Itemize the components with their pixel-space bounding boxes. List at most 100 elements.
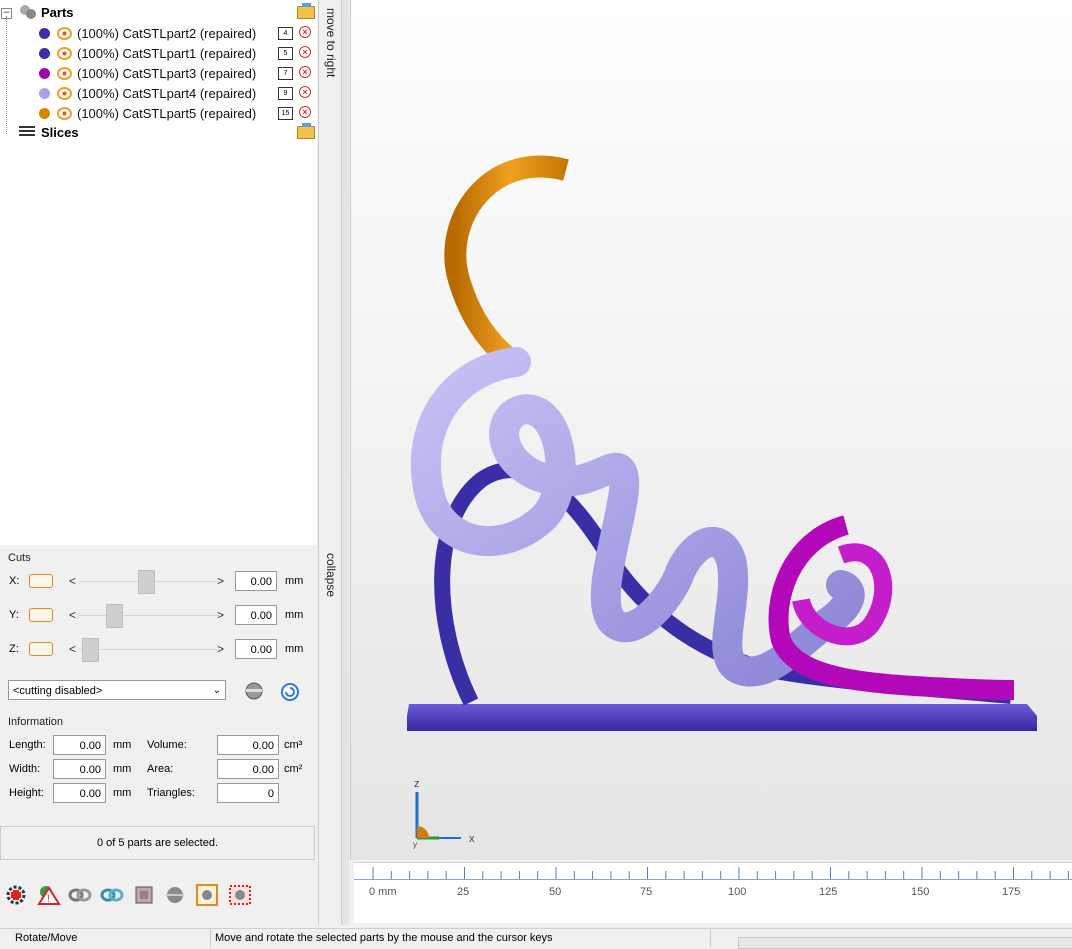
part-number-box[interactable]: 5 xyxy=(278,47,293,60)
cut-z-decrement[interactable]: < xyxy=(69,642,76,656)
volume-unit: cm³ xyxy=(284,739,303,751)
open-folder-icon[interactable] xyxy=(297,123,315,139)
visibility-eye-icon[interactable] xyxy=(57,107,72,120)
ruler-label-0: 0 mm xyxy=(369,886,397,898)
area-unit: cm² xyxy=(284,763,303,775)
part-label: (100%) CatSTLpart2 (repaired) xyxy=(77,26,257,41)
length-unit: mm xyxy=(113,739,132,751)
part-number-box[interactable]: 9 xyxy=(278,87,293,100)
red-grid-icon[interactable] xyxy=(228,884,251,906)
part-color-dot xyxy=(39,48,50,59)
cut-object-icon[interactable] xyxy=(243,680,265,705)
cut-x-increment[interactable]: > xyxy=(217,574,224,588)
cut-y-unit: mm xyxy=(285,609,304,621)
gizmo-z-label: z xyxy=(414,778,420,790)
volume-label: Volume: xyxy=(147,739,187,751)
cut-y-label: Y: xyxy=(9,609,19,621)
chain-link-icon[interactable] xyxy=(68,884,92,906)
splitter[interactable] xyxy=(342,0,349,925)
part-label: (100%) CatSTLpart4 (repaired) xyxy=(77,86,257,101)
sync-arrows-icon[interactable] xyxy=(100,884,124,906)
cut-z-toggle[interactable] xyxy=(29,642,53,656)
move-to-right-tab[interactable]: move to right xyxy=(318,0,342,545)
slices-heading: Slices xyxy=(41,125,79,140)
height-field: 0.00 xyxy=(53,783,106,803)
status-divider xyxy=(210,929,211,947)
part-number-box[interactable]: 15 xyxy=(278,107,293,120)
visibility-eye-icon[interactable] xyxy=(57,47,72,60)
ruler-label-75: 75 xyxy=(640,886,653,898)
ruler-label-25: 25 xyxy=(457,886,470,898)
part-row[interactable]: (100%) CatSTLpart2 (repaired) 4 × xyxy=(0,23,317,43)
width-field: 0.00 xyxy=(53,759,106,779)
parts-icon xyxy=(19,4,37,23)
visibility-eye-icon[interactable] xyxy=(57,87,72,100)
open-folder-icon[interactable] xyxy=(297,3,315,19)
part-row[interactable]: (100%) CatSTLpart4 (repaired) 9 × xyxy=(0,83,317,103)
slices-node[interactable]: Slices xyxy=(0,123,317,143)
ruler: 0 mm 25 50 75 100 125 150 175 xyxy=(354,862,1072,923)
cut-y-input[interactable]: 0.00 xyxy=(235,605,277,625)
ruler-label-50: 50 xyxy=(549,886,562,898)
orange-square-icon[interactable] xyxy=(196,884,218,906)
cut-x-label: X: xyxy=(9,575,20,587)
width-label: Width: xyxy=(9,763,41,775)
cut-z-slider[interactable] xyxy=(82,638,99,662)
ruler-ticks xyxy=(372,867,1069,879)
part-number-box[interactable]: 7 xyxy=(278,67,293,80)
cut-y-increment[interactable]: > xyxy=(217,608,224,622)
cutting-mode-select[interactable]: <cutting disabled> ⌄ xyxy=(8,680,226,700)
cut-x-unit: mm xyxy=(285,575,304,587)
part-color-dot xyxy=(39,88,50,99)
triangles-label: Triangles: xyxy=(147,787,195,799)
ruler-label-175: 175 xyxy=(1002,886,1021,898)
remove-part-icon[interactable]: × xyxy=(299,86,311,98)
cut-y-decrement[interactable]: < xyxy=(69,608,76,622)
remove-part-icon[interactable]: × xyxy=(299,106,311,118)
collapse-label: collapse xyxy=(324,553,338,598)
part-row[interactable]: (100%) CatSTLpart1 (repaired) 5 × xyxy=(0,43,317,63)
model-render: z x y xyxy=(407,155,1037,849)
cut-x-decrement[interactable]: < xyxy=(69,574,76,588)
cut-y-track xyxy=(80,615,220,616)
part-color-dot xyxy=(39,28,50,39)
warning-icon[interactable]: ! xyxy=(37,884,61,906)
box-icon[interactable] xyxy=(133,884,155,906)
parts-node[interactable]: − Parts xyxy=(0,3,317,23)
sphere-icon[interactable] xyxy=(164,884,186,906)
height-unit: mm xyxy=(113,787,132,799)
part-row[interactable]: (100%) CatSTLpart3 (repaired) 7 × xyxy=(0,63,317,83)
cut-x-input[interactable]: 0.00 xyxy=(235,571,277,591)
gizmo-x-label: x xyxy=(469,833,475,845)
cut-z-unit: mm xyxy=(285,643,304,655)
part-color-dot xyxy=(39,68,50,79)
3d-viewport[interactable]: z x y xyxy=(350,0,1072,860)
part-orange-hook xyxy=(444,155,569,369)
cut-x-toggle[interactable] xyxy=(29,574,53,588)
volume-field: 0.00 xyxy=(217,735,279,755)
visibility-eye-icon[interactable] xyxy=(57,27,72,40)
selection-status: 0 of 5 parts are selected. xyxy=(0,826,315,860)
cut-y-slider[interactable] xyxy=(106,604,123,628)
height-label: Height: xyxy=(9,787,44,799)
cut-x-slider[interactable] xyxy=(138,570,155,594)
cut-y-toggle[interactable] xyxy=(29,608,53,622)
cut-z-input[interactable]: 0.00 xyxy=(235,639,277,659)
settings-gear-icon[interactable] xyxy=(5,884,27,906)
cut-z-increment[interactable]: > xyxy=(217,642,224,656)
remove-part-icon[interactable]: × xyxy=(299,46,311,58)
cut-z-track xyxy=(80,649,220,650)
svg-text:!: ! xyxy=(47,894,50,905)
ruler-label-150: 150 xyxy=(911,886,930,898)
part-row[interactable]: (100%) CatSTLpart5 (repaired) 15 × xyxy=(0,103,317,123)
collapse-tab[interactable]: collapse xyxy=(318,545,342,925)
move-to-right-label: move to right xyxy=(324,8,338,78)
tree-connector xyxy=(6,16,8,134)
remove-part-icon[interactable]: × xyxy=(299,66,311,78)
base-plate xyxy=(407,704,1037,731)
remove-part-icon[interactable]: × xyxy=(299,26,311,38)
status-divider xyxy=(710,929,711,947)
reset-cut-icon[interactable] xyxy=(280,682,300,705)
part-number-box[interactable]: 4 xyxy=(278,27,293,40)
visibility-eye-icon[interactable] xyxy=(57,67,72,80)
